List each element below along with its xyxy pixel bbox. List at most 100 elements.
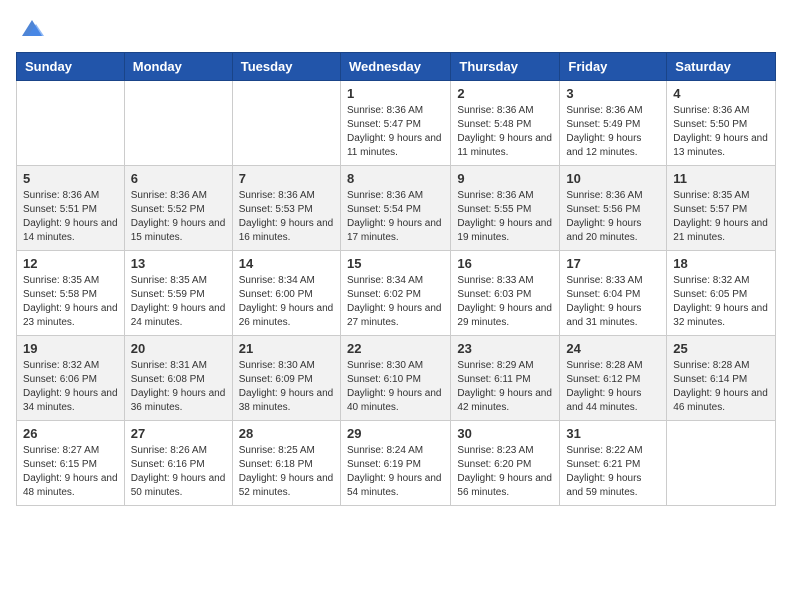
calendar-cell: 4Sunrise: 8:36 AM Sunset: 5:50 PM Daylig… bbox=[667, 81, 776, 166]
calendar-cell: 20 Sunrise: 8:31 AM Sunset: 6:08 PM Dayli… bbox=[124, 336, 232, 421]
calendar-cell: 30Sunrise: 8:23 AM Sunset: 6:20 PM Dayli… bbox=[451, 421, 560, 506]
calendar-cell: 21 Sunrise: 8:30 AM Sunset: 6:09 PM Dayli… bbox=[232, 336, 340, 421]
cell-info-text: Sunrise: 8:36 AM Sunset: 5:51 PM Dayligh… bbox=[23, 189, 118, 245]
calendar-cell: 26 Sunrise: 8:27 AM Sunset: 6:15 PM Dayli… bbox=[17, 421, 125, 506]
calendar-cell bbox=[17, 81, 125, 166]
cell-info-text: Sunrise: 8:33 AM Sunset: 6:04 PM Dayligh… bbox=[566, 274, 660, 330]
cell-day-number: 20 bbox=[131, 341, 226, 356]
weekday-header-saturday: Saturday bbox=[667, 53, 776, 81]
calendar-week-row: 12Sunrise: 8:35 AM Sunset: 5:58 PM Dayli… bbox=[17, 251, 776, 336]
calendar-week-row: 26 Sunrise: 8:27 AM Sunset: 6:15 PM Dayli… bbox=[17, 421, 776, 506]
cell-day-number: 9 bbox=[457, 171, 553, 186]
calendar-cell: 29 Sunrise: 8:24 AM Sunset: 6:19 PM Dayli… bbox=[340, 421, 450, 506]
calendar-cell: 16 Sunrise: 8:33 AM Sunset: 6:03 PM Dayli… bbox=[451, 251, 560, 336]
calendar-cell bbox=[232, 81, 340, 166]
cell-day-number: 12 bbox=[23, 256, 118, 271]
cell-info-text: Sunrise: 8:36 AM Sunset: 5:53 PM Dayligh… bbox=[239, 189, 334, 245]
calendar-table: SundayMondayTuesdayWednesdayThursdayFrid… bbox=[16, 52, 776, 506]
calendar-cell: 24 Sunrise: 8:28 AM Sunset: 6:12 PM Dayli… bbox=[560, 336, 667, 421]
cell-day-number: 4 bbox=[673, 86, 769, 101]
weekday-header-friday: Friday bbox=[560, 53, 667, 81]
calendar-week-row: 1 Sunrise: 8:36 AM Sunset: 5:47 PM Daylig… bbox=[17, 81, 776, 166]
weekday-header-tuesday: Tuesday bbox=[232, 53, 340, 81]
cell-day-number: 15 bbox=[347, 256, 444, 271]
calendar-cell: 18 Sunrise: 8:32 AM Sunset: 6:05 PM Dayli… bbox=[667, 251, 776, 336]
cell-info-text: Sunrise: 8:27 AM Sunset: 6:15 PM Dayligh… bbox=[23, 444, 118, 500]
cell-day-number: 6 bbox=[131, 171, 226, 186]
cell-day-number: 5 bbox=[23, 171, 118, 186]
cell-info-text: Sunrise: 8:36 AM Sunset: 5:47 PM Dayligh… bbox=[347, 104, 444, 160]
calendar-cell bbox=[124, 81, 232, 166]
cell-info-text: Sunrise: 8:23 AM Sunset: 6:20 PM Dayligh… bbox=[457, 444, 553, 500]
calendar-cell: 5 Sunrise: 8:36 AM Sunset: 5:51 PM Daylig… bbox=[17, 166, 125, 251]
calendar-cell: 12Sunrise: 8:35 AM Sunset: 5:58 PM Dayli… bbox=[17, 251, 125, 336]
cell-day-number: 7 bbox=[239, 171, 334, 186]
calendar-cell: 3Sunrise: 8:36 AM Sunset: 5:49 PM Daylig… bbox=[560, 81, 667, 166]
cell-info-text: Sunrise: 8:34 AM Sunset: 6:00 PM Dayligh… bbox=[239, 274, 334, 330]
weekday-header-sunday: Sunday bbox=[17, 53, 125, 81]
cell-day-number: 18 bbox=[673, 256, 769, 271]
calendar-cell: 19 Sunrise: 8:32 AM Sunset: 6:06 PM Dayli… bbox=[17, 336, 125, 421]
calendar-cell: 14 Sunrise: 8:34 AM Sunset: 6:00 PM Dayli… bbox=[232, 251, 340, 336]
cell-day-number: 1 bbox=[347, 86, 444, 101]
cell-day-number: 24 bbox=[566, 341, 660, 356]
calendar-cell: 25 Sunrise: 8:28 AM Sunset: 6:14 PM Dayli… bbox=[667, 336, 776, 421]
cell-day-number: 23 bbox=[457, 341, 553, 356]
cell-day-number: 22 bbox=[347, 341, 444, 356]
page-header bbox=[16, 16, 776, 40]
calendar-cell: 8Sunrise: 8:36 AM Sunset: 5:54 PM Daylig… bbox=[340, 166, 450, 251]
logo bbox=[16, 16, 44, 40]
cell-day-number: 11 bbox=[673, 171, 769, 186]
cell-day-number: 13 bbox=[131, 256, 226, 271]
weekday-header-thursday: Thursday bbox=[451, 53, 560, 81]
calendar-cell: 23 Sunrise: 8:29 AM Sunset: 6:11 PM Dayli… bbox=[451, 336, 560, 421]
cell-info-text: Sunrise: 8:31 AM Sunset: 6:08 PM Dayligh… bbox=[131, 359, 226, 415]
cell-info-text: Sunrise: 8:25 AM Sunset: 6:18 PM Dayligh… bbox=[239, 444, 334, 500]
cell-day-number: 21 bbox=[239, 341, 334, 356]
cell-info-text: Sunrise: 8:32 AM Sunset: 6:05 PM Dayligh… bbox=[673, 274, 769, 330]
weekday-header-monday: Monday bbox=[124, 53, 232, 81]
cell-day-number: 8 bbox=[347, 171, 444, 186]
cell-info-text: Sunrise: 8:36 AM Sunset: 5:48 PM Dayligh… bbox=[457, 104, 553, 160]
cell-info-text: Sunrise: 8:36 AM Sunset: 5:55 PM Dayligh… bbox=[457, 189, 553, 245]
calendar-cell: 2 Sunrise: 8:36 AM Sunset: 5:48 PM Daylig… bbox=[451, 81, 560, 166]
cell-day-number: 25 bbox=[673, 341, 769, 356]
cell-info-text: Sunrise: 8:34 AM Sunset: 6:02 PM Dayligh… bbox=[347, 274, 444, 330]
cell-info-text: Sunrise: 8:30 AM Sunset: 6:09 PM Dayligh… bbox=[239, 359, 334, 415]
calendar-cell: 11Sunrise: 8:35 AM Sunset: 5:57 PM Dayli… bbox=[667, 166, 776, 251]
calendar-cell: 27 Sunrise: 8:26 AM Sunset: 6:16 PM Dayli… bbox=[124, 421, 232, 506]
calendar-cell: 7 Sunrise: 8:36 AM Sunset: 5:53 PM Daylig… bbox=[232, 166, 340, 251]
calendar-cell: 13 Sunrise: 8:35 AM Sunset: 5:59 PM Dayli… bbox=[124, 251, 232, 336]
cell-info-text: Sunrise: 8:24 AM Sunset: 6:19 PM Dayligh… bbox=[347, 444, 444, 500]
cell-info-text: Sunrise: 8:36 AM Sunset: 5:56 PM Dayligh… bbox=[566, 189, 660, 245]
cell-day-number: 10 bbox=[566, 171, 660, 186]
cell-info-text: Sunrise: 8:32 AM Sunset: 6:06 PM Dayligh… bbox=[23, 359, 118, 415]
cell-info-text: Sunrise: 8:26 AM Sunset: 6:16 PM Dayligh… bbox=[131, 444, 226, 500]
cell-day-number: 27 bbox=[131, 426, 226, 441]
cell-info-text: Sunrise: 8:35 AM Sunset: 5:59 PM Dayligh… bbox=[131, 274, 226, 330]
calendar-cell: 28 Sunrise: 8:25 AM Sunset: 6:18 PM Dayli… bbox=[232, 421, 340, 506]
cell-day-number: 28 bbox=[239, 426, 334, 441]
calendar-cell: 17 Sunrise: 8:33 AM Sunset: 6:04 PM Dayli… bbox=[560, 251, 667, 336]
cell-info-text: Sunrise: 8:36 AM Sunset: 5:52 PM Dayligh… bbox=[131, 189, 226, 245]
cell-day-number: 29 bbox=[347, 426, 444, 441]
calendar-week-row: 19 Sunrise: 8:32 AM Sunset: 6:06 PM Dayli… bbox=[17, 336, 776, 421]
cell-day-number: 19 bbox=[23, 341, 118, 356]
cell-info-text: Sunrise: 8:36 AM Sunset: 5:49 PM Dayligh… bbox=[566, 104, 660, 160]
cell-day-number: 16 bbox=[457, 256, 553, 271]
cell-info-text: Sunrise: 8:28 AM Sunset: 6:12 PM Dayligh… bbox=[566, 359, 660, 415]
cell-info-text: Sunrise: 8:33 AM Sunset: 6:03 PM Dayligh… bbox=[457, 274, 553, 330]
cell-day-number: 26 bbox=[23, 426, 118, 441]
cell-day-number: 17 bbox=[566, 256, 660, 271]
cell-day-number: 14 bbox=[239, 256, 334, 271]
cell-info-text: Sunrise: 8:29 AM Sunset: 6:11 PM Dayligh… bbox=[457, 359, 553, 415]
cell-day-number: 2 bbox=[457, 86, 553, 101]
calendar-cell: 31Sunrise: 8:22 AM Sunset: 6:21 PM Dayli… bbox=[560, 421, 667, 506]
calendar-cell bbox=[667, 421, 776, 506]
calendar-cell: 6 Sunrise: 8:36 AM Sunset: 5:52 PM Daylig… bbox=[124, 166, 232, 251]
weekday-header-row: SundayMondayTuesdayWednesdayThursdayFrid… bbox=[17, 53, 776, 81]
cell-info-text: Sunrise: 8:28 AM Sunset: 6:14 PM Dayligh… bbox=[673, 359, 769, 415]
calendar-cell: 22Sunrise: 8:30 AM Sunset: 6:10 PM Dayli… bbox=[340, 336, 450, 421]
calendar-week-row: 5 Sunrise: 8:36 AM Sunset: 5:51 PM Daylig… bbox=[17, 166, 776, 251]
weekday-header-wednesday: Wednesday bbox=[340, 53, 450, 81]
